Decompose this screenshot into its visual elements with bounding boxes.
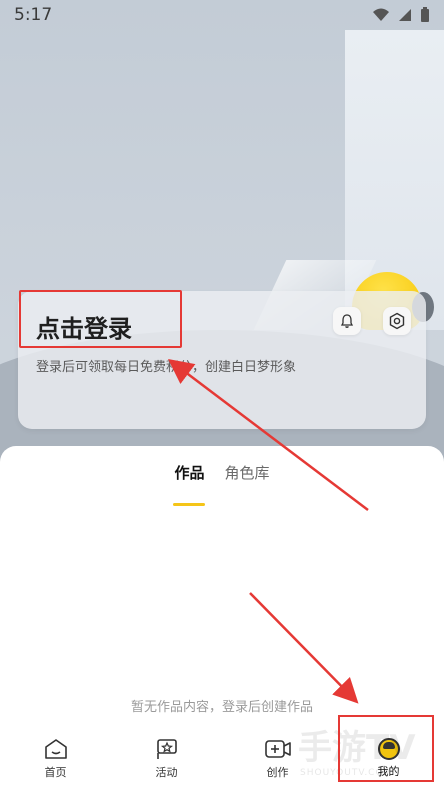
nav-activity[interactable]: 活动 — [127, 737, 207, 780]
status-bar: 5:17 — [0, 0, 444, 30]
status-icons — [372, 7, 430, 23]
tab-works[interactable]: 作品 — [174, 458, 204, 498]
settings-icon — [389, 312, 405, 330]
nav-create-label: 创作 — [266, 766, 289, 779]
empty-state-message: 暂无作品内容，登录后创建作品 — [130, 700, 313, 715]
wifi-icon — [373, 8, 389, 21]
login-subtitle: 登录后可领取每日免费积分，创建白日梦形象 — [36, 360, 297, 375]
battery-icon — [421, 7, 429, 22]
notification-button[interactable] — [333, 307, 361, 335]
bell-icon — [340, 314, 354, 328]
annotation-box-login — [19, 290, 182, 348]
nav-home[interactable]: 首页 — [16, 737, 96, 780]
annotation-box-mine — [338, 715, 434, 782]
activity-flag-icon — [156, 739, 177, 759]
settings-button[interactable] — [383, 307, 411, 335]
signal-icon — [399, 9, 411, 21]
content-tabs: 作品 角色库 — [0, 458, 444, 498]
create-video-icon — [264, 740, 291, 758]
nav-activity-label: 活动 — [155, 766, 178, 779]
nav-home-label: 首页 — [44, 766, 67, 779]
home-icon — [44, 739, 67, 759]
tab-character-library[interactable]: 角色库 — [225, 458, 270, 498]
status-time: 5:17 — [14, 5, 53, 25]
